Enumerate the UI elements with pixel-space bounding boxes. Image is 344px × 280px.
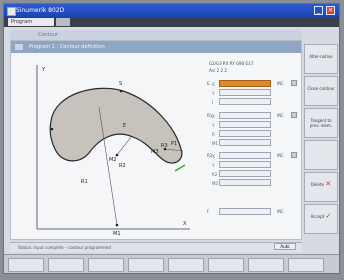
hsoftkey-5[interactable] [168, 258, 204, 272]
label-y: Y [41, 67, 46, 73]
tag-inc-2: INC [277, 113, 284, 118]
field-r2-x[interactable]: X [212, 152, 271, 159]
status-button[interactable]: Auto [274, 243, 296, 250]
field-label: Y [212, 123, 215, 128]
group-label-f: F [207, 209, 210, 214]
softkey-alternative[interactable]: Alter-native [304, 44, 338, 74]
field-r1-x[interactable]: X [212, 112, 271, 119]
label-e: E [123, 123, 126, 129]
hsoftkey-2[interactable] [48, 258, 84, 272]
panel-title: Program 1 : Contour definition [29, 44, 105, 50]
softkey-accept[interactable]: Accept ✓ [304, 204, 338, 234]
field-r2-m2[interactable]: M2 [212, 179, 271, 186]
field-e-i[interactable]: I [212, 98, 271, 105]
hsoftkey-4[interactable] [128, 258, 164, 272]
panel-title-bar: Program 1 : Contour definition [11, 41, 301, 53]
field-r1-m1[interactable]: M1 [212, 139, 271, 146]
app-window: Sinumerik 802D _ × Program Contour Progr… [3, 3, 340, 274]
title-bar: Sinumerik 802D _ × [4, 4, 339, 17]
tag-inc-4: INC [277, 209, 284, 214]
field-label: R2 [212, 172, 218, 177]
hsoftkey-1[interactable] [8, 258, 44, 272]
hsoftkey-8[interactable] [288, 258, 324, 272]
label-m3: M3 [151, 149, 159, 155]
field-label: I [212, 100, 214, 105]
field-label: Y [212, 91, 215, 96]
field-f[interactable] [219, 208, 271, 215]
point-m1 [115, 223, 119, 227]
softkey-close-contour[interactable]: Close contour [304, 76, 338, 106]
tag-inc-1: INC [277, 81, 284, 86]
toggle-3[interactable] [291, 152, 297, 158]
point-left [50, 127, 54, 131]
contour-drawing[interactable]: Y X R1 R2 R3 M1 M2 M3 P1 S E [15, 57, 200, 237]
window-title: Sinumerik 802D [16, 7, 65, 14]
radius-line-r2 [116, 136, 132, 156]
softkey-tangent[interactable]: Tangent to prev. elem. [304, 108, 338, 138]
field-e-x[interactable]: X [212, 80, 271, 87]
toggle-2[interactable] [291, 112, 297, 118]
menu-bar: Program [4, 17, 339, 27]
label-r3: R3 [161, 143, 168, 149]
label-s: S [119, 81, 122, 87]
field-r2-r2[interactable]: R2 [212, 170, 271, 177]
minimize-button[interactable]: _ [314, 6, 323, 15]
menu-item-program[interactable]: Program [8, 18, 54, 26]
hsoftkey-7[interactable] [248, 258, 284, 272]
softkey-delete-label: Delete [310, 182, 324, 187]
readout-header-1: G2/G3 RX RY G90 G17 [209, 61, 254, 66]
readout-header-2: Arc 2 2 2 [209, 68, 227, 73]
softkey-delete[interactable]: Delete ✕ [304, 172, 338, 202]
delete-x-icon: ✕ [325, 180, 332, 188]
field-label: X [212, 154, 215, 159]
field-r1-r[interactable]: R [212, 130, 271, 137]
softkey-column: Alter-native Close contour Tangent to pr… [304, 44, 339, 244]
parameter-table: G2/G3 RX RY G90 G17 Arc 2 2 2 E. X Y I R… [207, 61, 299, 233]
horizontal-softkey-bar [4, 254, 339, 273]
label-r1: R1 [81, 179, 88, 185]
close-button[interactable]: × [326, 6, 335, 15]
point-s [119, 89, 123, 93]
menu-item-blank[interactable] [56, 18, 70, 26]
field-e-y[interactable]: Y [212, 89, 271, 96]
toggle-1[interactable] [291, 80, 297, 86]
point-m2 [115, 153, 119, 157]
label-x: X [183, 221, 187, 227]
softkey-accept-label: Accept [310, 214, 325, 219]
panel-icon [15, 44, 23, 50]
app-icon [7, 7, 16, 16]
label-r2: R2 [119, 163, 126, 169]
field-r2-y[interactable]: Y [212, 161, 271, 168]
group-label-e: E. [207, 81, 211, 86]
tag-inc-3: INC [277, 153, 284, 158]
field-label: M1 [212, 141, 218, 146]
field-label: Y [212, 163, 215, 168]
status-line: Status: Input complete – contour program… [10, 242, 302, 252]
contour-shape [49, 87, 183, 164]
contour-panel: Program 1 : Contour definition Y X R1 R2… [10, 40, 302, 240]
sub-header: Contour [10, 30, 302, 40]
field-label: M2 [212, 181, 218, 186]
hsoftkey-6[interactable] [208, 258, 244, 272]
hsoftkey-3[interactable] [88, 258, 124, 272]
label-m2: M2 [109, 157, 117, 163]
label-m1: M1 [113, 231, 121, 237]
field-label: X [212, 82, 215, 87]
field-label: R [212, 132, 215, 137]
softkey-empty[interactable] [304, 140, 338, 170]
accept-check-icon: ✓ [325, 212, 332, 220]
field-label: X [212, 114, 215, 119]
label-p1: P1 [171, 141, 177, 147]
field-r1-y[interactable]: Y [212, 121, 271, 128]
tool-marker [174, 164, 186, 172]
